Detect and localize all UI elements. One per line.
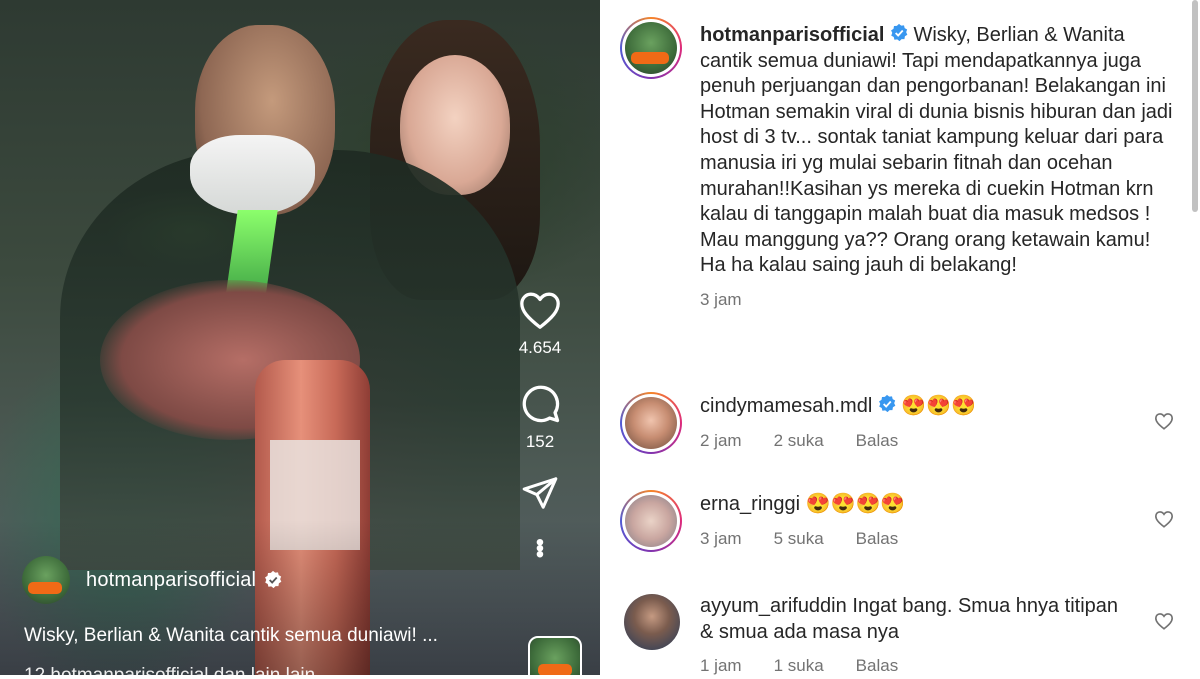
scrollbar[interactable] [1192, 0, 1198, 212]
post-text: Wisky, Berlian & Wanita cantik semua dun… [700, 24, 1173, 277]
verified-badge-icon [891, 23, 908, 42]
reply-button[interactable]: Balas [856, 526, 899, 552]
comment-like-heart-icon[interactable] [1154, 510, 1174, 528]
commenter-avatar[interactable] [624, 594, 680, 650]
reel-video[interactable]: 4.654 152 • • • hotmanparisofficial Wisky,… [0, 0, 600, 675]
comment-like-heart-icon[interactable] [1154, 412, 1174, 430]
video-subject-face-mask [190, 135, 315, 215]
post-avatar[interactable] [620, 17, 682, 79]
like-count: 4.654 [518, 338, 562, 357]
audio-thumbnail[interactable] [528, 636, 582, 675]
post-time: 3 jam [700, 289, 742, 309]
comment-count: 152 [525, 432, 555, 451]
comment-likes[interactable]: 2 suka [774, 428, 824, 454]
reel-owner[interactable]: hotmanparisofficial [22, 556, 283, 604]
post-username[interactable]: hotmanparisofficial [700, 24, 884, 46]
verified-badge-icon [879, 394, 896, 413]
share-action[interactable] [520, 474, 560, 512]
comment-text: 😍😍😍 [901, 395, 977, 417]
verified-badge-icon [265, 570, 282, 589]
comment-likes[interactable]: 5 suka [774, 526, 824, 552]
heart-icon[interactable] [518, 290, 562, 330]
like-action[interactable]: 4.654 [518, 290, 562, 358]
reel-caption-second-line: 12 hotmanparisofficial dan lain lain [24, 665, 315, 675]
comment-text: 😍😍😍😍 [805, 493, 906, 515]
send-icon[interactable] [520, 474, 560, 512]
comment-bubble-icon[interactable] [519, 382, 561, 424]
comment-username[interactable]: ayyum_arifuddin [700, 595, 847, 617]
comments-panel: hotmanparisofficial Wisky, Berlian & Wani… [600, 0, 1200, 675]
comment-like-heart-icon[interactable] [1154, 612, 1174, 630]
reel-actions: 4.654 152 • • • [510, 290, 570, 567]
commenter-avatar[interactable] [620, 392, 682, 454]
reply-button[interactable]: Balas [856, 428, 899, 454]
comment-username[interactable]: cindymamesah.mdl [700, 395, 872, 417]
owner-avatar[interactable] [22, 556, 70, 604]
more-options-icon[interactable]: • • • [536, 531, 544, 567]
comment-time: 2 jam [700, 430, 742, 450]
comment-action[interactable]: 152 [519, 382, 561, 452]
comment-time: 3 jam [700, 528, 742, 548]
owner-username[interactable]: hotmanparisofficial [86, 569, 256, 592]
commenter-avatar[interactable] [620, 490, 682, 552]
reel-caption[interactable]: Wisky, Berlian & Wanita cantik semua dun… [24, 625, 438, 647]
comment-username[interactable]: erna_ringgi [700, 493, 800, 515]
